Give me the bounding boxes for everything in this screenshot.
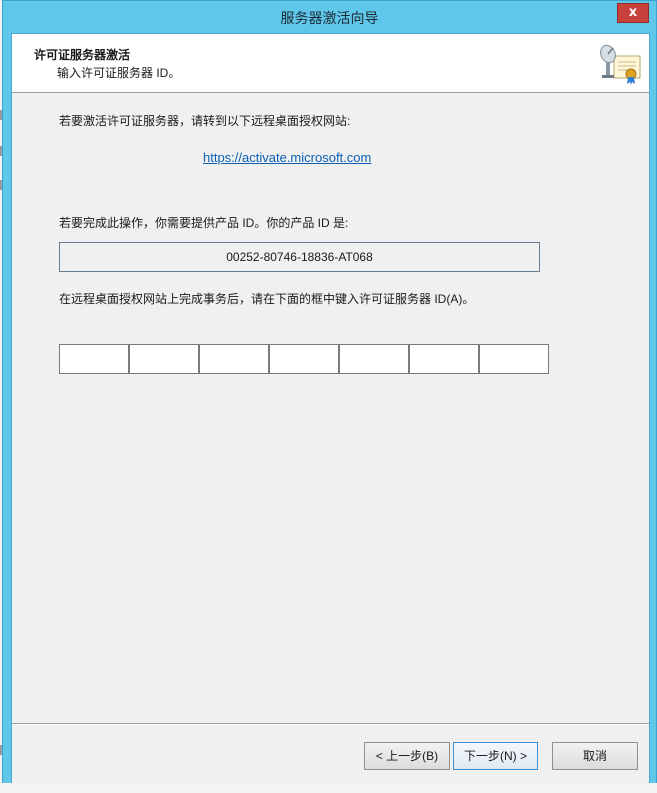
window-title: 服务器激活向导 xyxy=(280,10,379,26)
license-id-field-2[interactable] xyxy=(129,344,199,374)
license-id-field-3[interactable] xyxy=(199,344,269,374)
license-id-field-4[interactable] xyxy=(269,344,339,374)
wizard-header: 许可证服务器激活 输入许可证服务器 ID。 xyxy=(12,34,649,93)
close-icon: x xyxy=(628,5,638,20)
page-subtitle: 输入许可证服务器 ID。 xyxy=(57,66,181,80)
product-id-prompt: 若要完成此操作，你需要提供产品 ID。你的产品 ID 是: xyxy=(59,216,349,230)
cancel-button[interactable]: 取消 xyxy=(552,742,638,770)
page-title: 许可证服务器激活 xyxy=(34,48,131,62)
product-id-value[interactable]: 00252-80746-18836-AT068 xyxy=(59,242,540,272)
license-id-field-6[interactable] xyxy=(409,344,479,374)
footer-divider xyxy=(12,723,649,725)
activation-intro-text: 若要激活许可证服务器，请转到以下远程桌面授权网站: xyxy=(59,114,351,128)
activation-website-link[interactable]: https://activate.microsoft.com xyxy=(203,150,371,165)
back-button[interactable]: < 上一步(B) xyxy=(364,742,450,770)
license-id-field-5[interactable] xyxy=(339,344,409,374)
next-button[interactable]: 下一步(N) > xyxy=(453,742,538,770)
wizard-client-area: 许可证服务器激活 输入许可证服务器 ID。 若要激活许可证服务器，请转到以下远程… xyxy=(11,33,650,784)
close-button[interactable]: x xyxy=(617,3,649,23)
background-desktop-bottom xyxy=(0,783,657,793)
server-activation-wizard-window: 服务器激活向导 x 许可证服务器激活 输入许可证服务器 ID。 若要激活许可证服… xyxy=(2,0,657,791)
license-id-field-7[interactable] xyxy=(479,344,549,374)
license-server-id-prompt: 在远程桌面授权网站上完成事务后，请在下面的框中键入许可证服务器 ID(A)。 xyxy=(59,292,475,306)
license-server-id-fields xyxy=(59,344,549,374)
license-id-field-1[interactable] xyxy=(59,344,129,374)
title-bar[interactable]: 服务器激活向导 x xyxy=(3,1,656,33)
certificate-satellite-icon xyxy=(600,44,641,85)
